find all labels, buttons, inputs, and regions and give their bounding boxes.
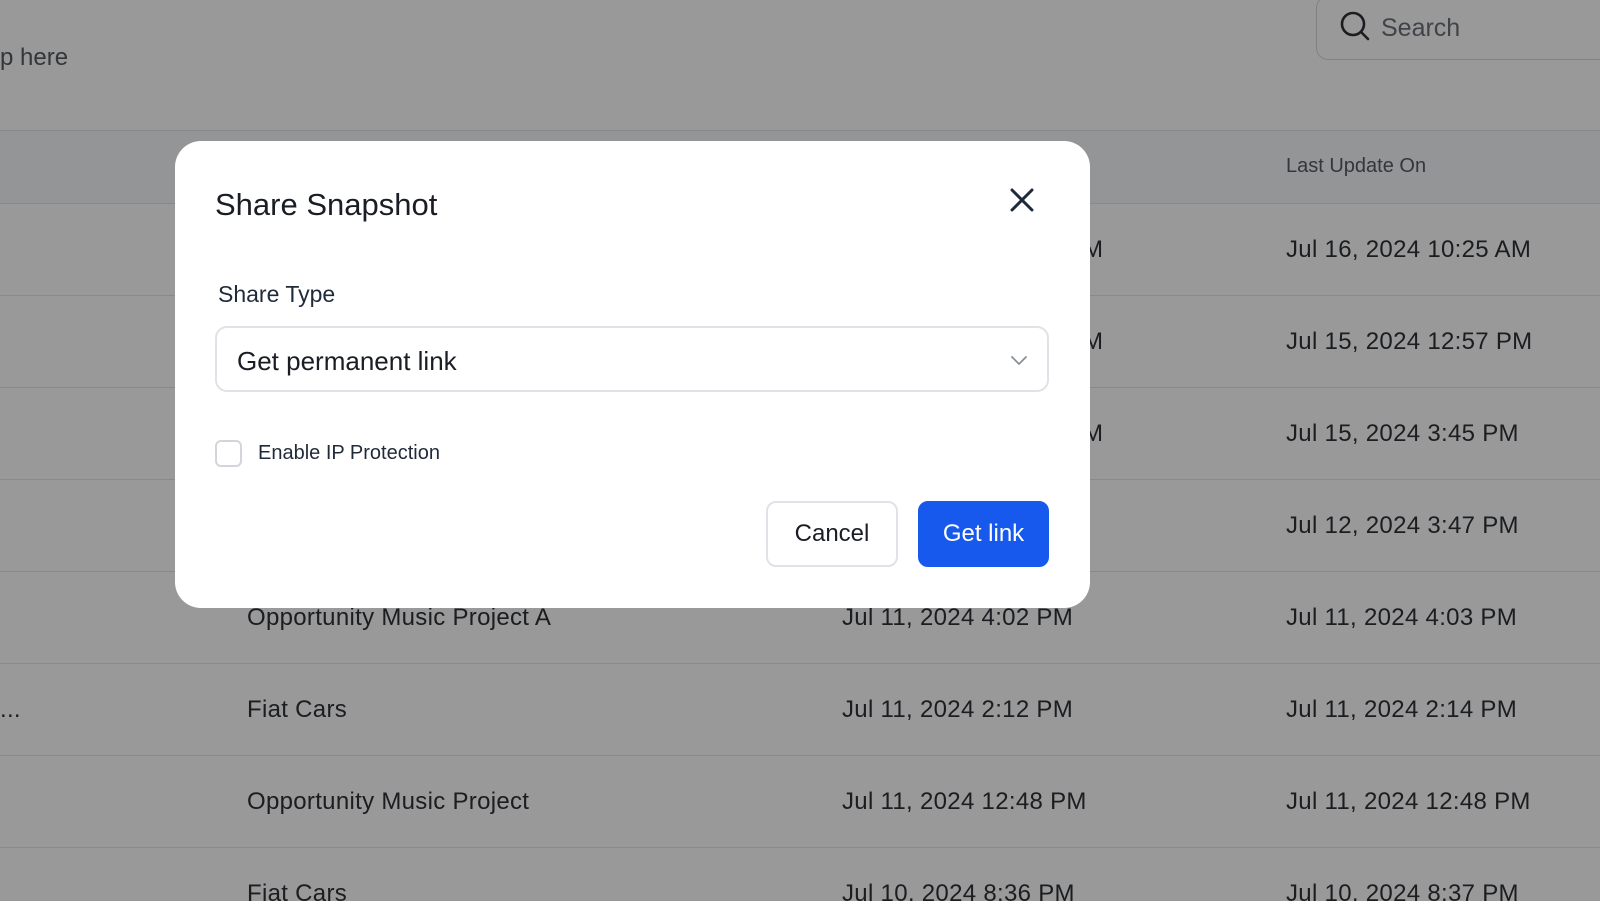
share-type-label: Share Type [218,281,336,307]
dialog-title: Share Snapshot [215,187,438,222]
ip-protection-row: Enable IP Protection [215,437,440,469]
ip-protection-checkbox[interactable] [215,439,242,467]
chevron-down-icon [1009,350,1029,370]
share-type-selected-value: Get permanent link [237,346,457,376]
ip-protection-label[interactable]: Enable IP Protection [258,442,440,465]
share-snapshot-dialog: Share Snapshot Share Type Get permanent … [175,141,1090,608]
cancel-button[interactable]: Cancel [766,501,898,567]
close-button[interactable] [1005,185,1039,219]
share-type-select[interactable]: Get permanent link [215,326,1049,392]
close-icon [1008,186,1036,219]
page: p here Search Last Update On M Jul 16, 2… [0,0,1600,901]
get-link-button[interactable]: Get link [918,501,1049,567]
